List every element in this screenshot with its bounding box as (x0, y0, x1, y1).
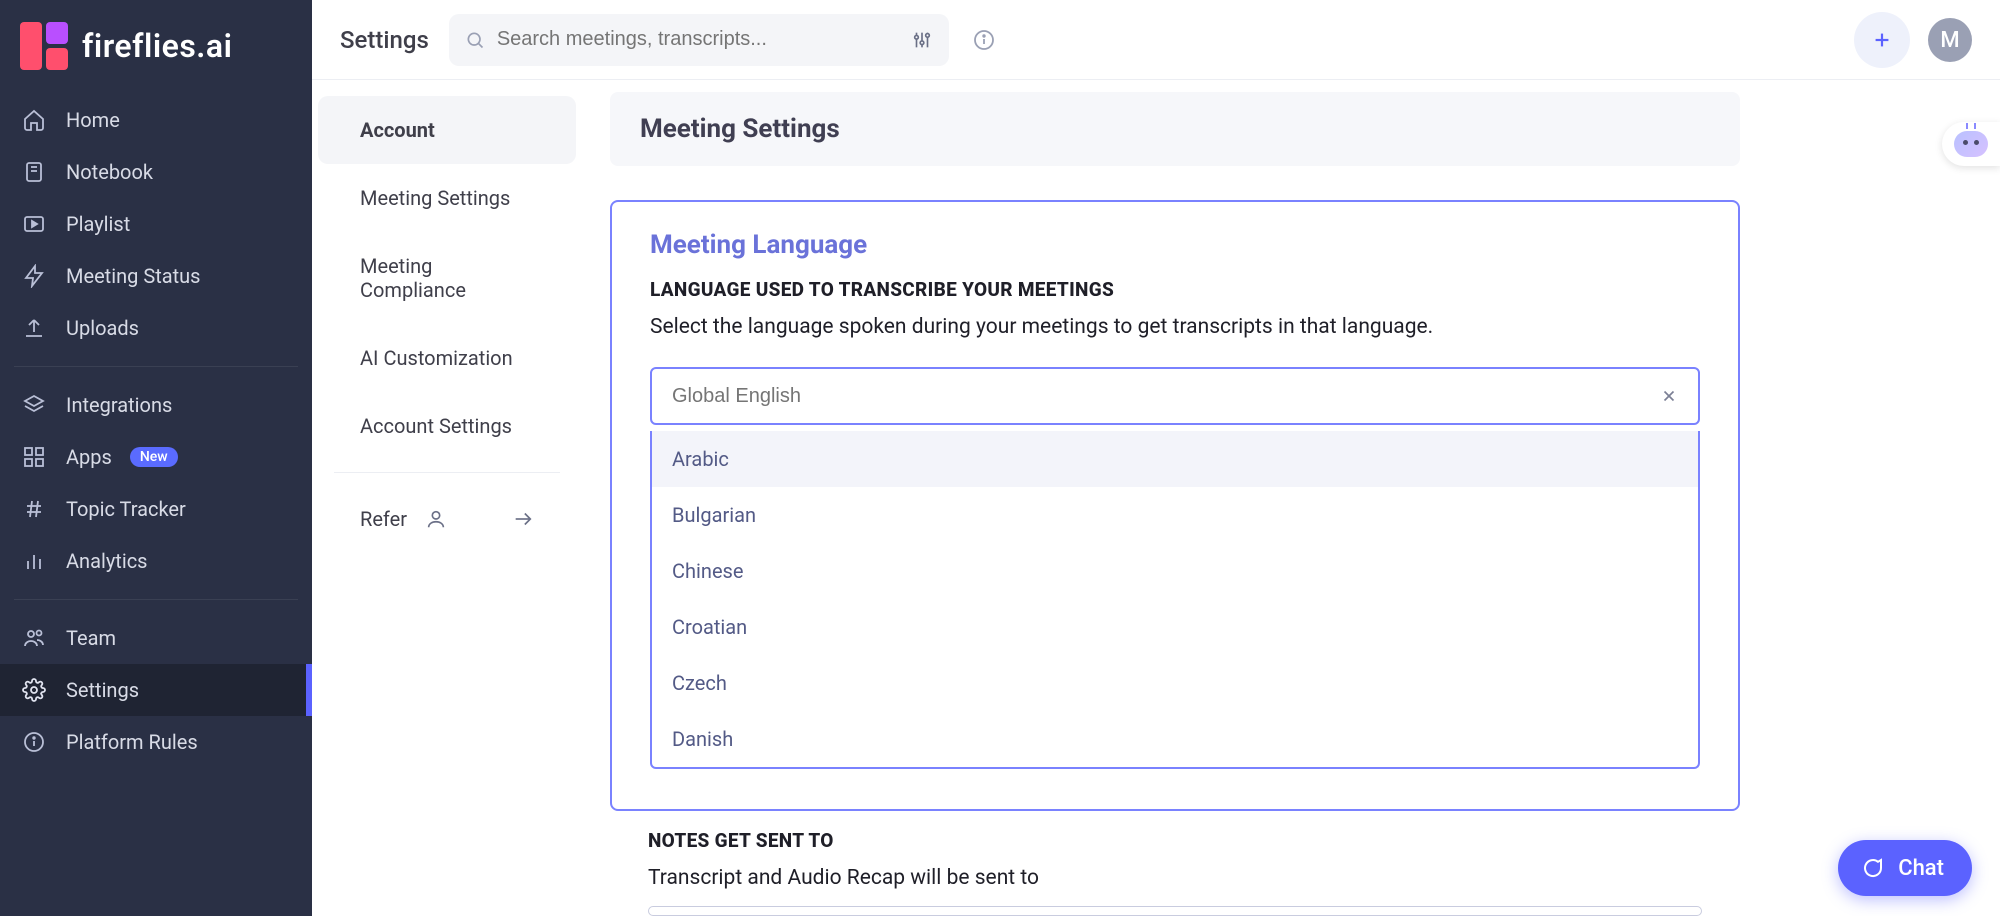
playlist-icon (20, 212, 48, 236)
team-icon (20, 626, 48, 650)
language-select-input[interactable] (672, 385, 1660, 408)
upload-icon (20, 316, 48, 340)
card-label: LANGUAGE USED TO TRANSCRIBE YOUR MEETING… (650, 278, 1700, 301)
info-icon[interactable] (969, 25, 999, 55)
arrow-right-icon (512, 508, 534, 530)
language-select[interactable] (650, 367, 1700, 425)
bar-chart-icon (20, 549, 48, 573)
main-content: Meeting Settings Meeting Language LANGUA… (610, 92, 1740, 916)
home-icon (20, 108, 48, 132)
notes-recipient-select[interactable] (648, 906, 1702, 916)
chat-button[interactable]: Chat (1838, 840, 1972, 896)
notes-description: Transcript and Audio Recap will be sent … (648, 866, 1702, 890)
sidebar-item-label: Team (66, 626, 116, 650)
sidebar-item-label: Settings (66, 678, 139, 702)
card-description: Select the language spoken during your m… (650, 315, 1700, 339)
topbar: Settings M (312, 0, 2000, 80)
assistant-bot-button[interactable] (1942, 122, 2000, 166)
refer-row[interactable]: Refer (318, 485, 576, 553)
sidebar-item-label: Uploads (66, 316, 139, 340)
chat-icon (1860, 856, 1884, 880)
settings-subnav: Account Meeting Settings Meeting Complia… (312, 80, 582, 569)
info-icon (20, 730, 48, 754)
sidebar-item-label: Playlist (66, 212, 130, 236)
page-title: Settings (340, 26, 429, 54)
chat-label: Chat (1898, 856, 1944, 881)
subnav-item-account[interactable]: Account (318, 96, 576, 164)
sidebar-item-platform-rules[interactable]: Platform Rules (0, 716, 312, 768)
language-dropdown: Arabic Bulgarian Chinese Croatian Czech … (650, 431, 1700, 769)
language-option[interactable]: Czech (652, 655, 1698, 711)
sidebar-item-label: Meeting Status (66, 264, 201, 288)
bot-icon (1954, 131, 1988, 157)
sidebar-item-label: Analytics (66, 549, 148, 573)
new-badge: New (130, 447, 178, 467)
language-option[interactable]: Chinese (652, 543, 1698, 599)
sidebar-item-label: Home (66, 108, 120, 132)
search-input[interactable] (497, 28, 899, 51)
subnav-item-meeting-settings[interactable]: Meeting Settings (318, 164, 576, 232)
sidebar-item-label: Notebook (66, 160, 153, 184)
sidebar-item-integrations[interactable]: Integrations (0, 379, 312, 431)
sidebar-item-notebook[interactable]: Notebook (0, 146, 312, 198)
subnav-item-meeting-compliance[interactable]: Meeting Compliance (318, 232, 576, 324)
sidebar-item-label: Integrations (66, 393, 172, 417)
sidebar-item-label: Apps (66, 445, 112, 469)
meeting-language-card: Meeting Language LANGUAGE USED TO TRANSC… (610, 200, 1740, 811)
sidebar-item-playlist[interactable]: Playlist (0, 198, 312, 250)
add-button[interactable] (1854, 12, 1910, 68)
notes-section: NOTES GET SENT TO Transcript and Audio R… (610, 829, 1740, 916)
sidebar-item-meeting-status[interactable]: Meeting Status (0, 250, 312, 302)
sidebar-item-home[interactable]: Home (0, 94, 312, 146)
panel-header: Meeting Settings (610, 92, 1740, 166)
avatar[interactable]: M (1928, 18, 1972, 62)
sidebar-item-apps[interactable]: Apps New (0, 431, 312, 483)
sidebar: fireflies.ai Home Notebook Playlist Meet… (0, 0, 312, 916)
subnav-item-account-settings[interactable]: Account Settings (318, 392, 576, 460)
user-icon (425, 508, 447, 530)
brand-logo[interactable]: fireflies.ai (0, 0, 312, 88)
sidebar-item-team[interactable]: Team (0, 612, 312, 664)
clear-icon[interactable] (1660, 387, 1678, 405)
bolt-icon (20, 264, 48, 288)
language-option[interactable]: Croatian (652, 599, 1698, 655)
sidebar-item-uploads[interactable]: Uploads (0, 302, 312, 354)
language-option[interactable]: Bulgarian (652, 487, 1698, 543)
sidebar-item-topic-tracker[interactable]: Topic Tracker (0, 483, 312, 535)
sidebar-item-analytics[interactable]: Analytics (0, 535, 312, 587)
search-icon (465, 30, 485, 50)
subnav-item-ai-customization[interactable]: AI Customization (318, 324, 576, 392)
layers-icon (20, 393, 48, 417)
brand-name: fireflies.ai (82, 27, 232, 65)
notebook-icon (20, 160, 48, 184)
grid-icon (20, 445, 48, 469)
notes-label: NOTES GET SENT TO (648, 829, 1702, 852)
refer-label: Refer (360, 507, 407, 531)
sidebar-item-settings[interactable]: Settings (0, 664, 312, 716)
logo-icon (20, 22, 68, 70)
hash-icon (20, 497, 48, 521)
sidebar-item-label: Platform Rules (66, 730, 198, 754)
search-box[interactable] (449, 14, 949, 66)
language-option[interactable]: Arabic (652, 431, 1698, 487)
gear-icon (20, 678, 48, 702)
card-title: Meeting Language (650, 230, 1700, 260)
language-option[interactable]: Danish (652, 711, 1698, 767)
sliders-icon[interactable] (911, 29, 933, 51)
sidebar-item-label: Topic Tracker (66, 497, 186, 521)
